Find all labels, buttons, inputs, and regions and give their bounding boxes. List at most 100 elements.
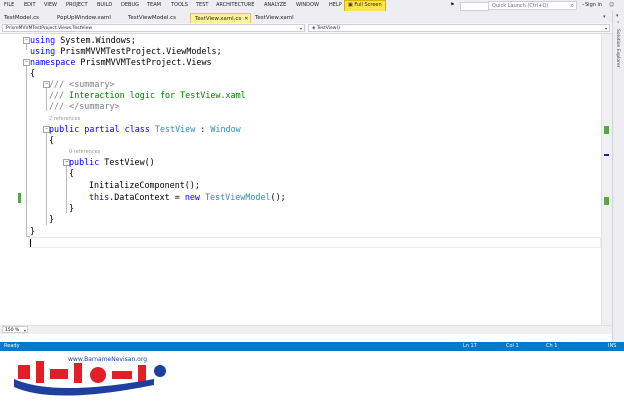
tab-label: TestModel.cs (4, 15, 39, 21)
tab-overflow-icon[interactable]: ▾ (603, 14, 606, 20)
code-line-1: using System.Windows; (30, 35, 136, 46)
notification-area (460, 2, 489, 11)
change-marker (18, 193, 21, 203)
menu-tools[interactable]: TOOLS (171, 2, 188, 9)
type-name: TestView (149, 124, 196, 134)
code-line-14: } (69, 203, 75, 213)
code-text: TestView() (99, 157, 155, 167)
menu-architecture[interactable]: ARCHITECTURE (216, 2, 254, 9)
chevron-up-icon[interactable]: ⌃ (616, 21, 620, 27)
keyword: using (30, 46, 56, 56)
doc-comment: Interaction logic for TestView.xaml (64, 90, 246, 100)
code-line-3: namespace PrismMVVMTestProject.Views (30, 57, 212, 68)
full-screen-icon: ▣ (348, 2, 353, 8)
code-line-4: { (30, 68, 36, 78)
code-line-2: using PrismMVVMTestProject.ViewModels; (30, 46, 222, 57)
logo-red-strokes (18, 361, 146, 383)
menu-debug[interactable]: DEBUG (121, 2, 139, 9)
menu-view[interactable]: VIEW (44, 2, 57, 9)
full-screen-label: Full Screen (354, 2, 382, 8)
code-text: .DataContext = (109, 192, 185, 202)
quick-launch-box[interactable]: Quick Launch (Ctrl+Q) ⌕ (488, 1, 577, 10)
outline-guide (46, 88, 47, 111)
close-icon[interactable]: ✕ (244, 16, 248, 22)
tab-label: PopUpWindow.xaml (57, 15, 111, 21)
menu-project[interactable]: PROJECT (66, 2, 88, 9)
tab-testmodel[interactable]: TestModel.cs (4, 13, 39, 23)
collapse-namespace-icon[interactable]: − (23, 59, 30, 66)
code-text: PrismMVVMTestProject.ViewModels; (55, 46, 222, 56)
keyword: this (89, 192, 110, 202)
doc-tag: <summary> (64, 79, 115, 89)
feedback-icon[interactable]: ☺ (609, 2, 614, 9)
solution-explorer-strip: ▾ ⌃ Solution Explorer (612, 11, 624, 342)
outline-guide (26, 66, 27, 237)
member-dropdown[interactable]: ◈ TestView() ▾ (308, 24, 610, 32)
keyword: partial (79, 124, 120, 134)
logo-url-text: www.BarnameNevisan.org (68, 356, 147, 363)
doc-slashes: /// (49, 101, 65, 111)
code-line-7: /// </summary> (49, 101, 120, 112)
code-text: PrismMVVMTestProject.Views (75, 57, 212, 67)
code-line-13: this.DataContext = new TestViewModel(); (89, 192, 286, 203)
chevron-down-icon: ▾ (299, 26, 302, 31)
tab-testview-xaml-cs[interactable]: TestView.xaml.cs ✕ (190, 13, 251, 23)
codelens-references-ctor[interactable]: 0 references (69, 149, 100, 156)
scroll-caret-mark (604, 154, 609, 156)
doc-slashes: /// (49, 90, 65, 100)
menu-analyze[interactable]: ANALYZE (264, 2, 286, 9)
status-column: Col 1 (506, 343, 519, 349)
tab-popupwindow[interactable]: PopUpWindow.xaml (57, 13, 111, 23)
keyword: namespace (30, 57, 76, 67)
watermark-area: www.BarnameNevisan.org (0, 351, 624, 401)
solution-explorer-tab[interactable]: Solution Explorer (615, 29, 620, 68)
menu-team[interactable]: TEAM (147, 2, 161, 9)
status-bar: Ready Ln 17 Col 1 Ch 1 INS (0, 342, 624, 351)
tab-label: TestViewModel.cs (128, 15, 177, 21)
current-line-highlight (28, 237, 601, 248)
outline-guide (46, 133, 47, 225)
status-text: Ready (4, 343, 20, 349)
tab-label: TestView.xaml.cs (195, 16, 242, 22)
menu-file[interactable]: FILE (4, 2, 14, 9)
keyword: using (30, 35, 56, 45)
code-line-16: } (30, 226, 36, 236)
code-line-8: public partial class TestView : Window (49, 124, 241, 135)
chevron-down-icon: ▾ (23, 328, 26, 333)
type-dropdown[interactable]: PrismMVVMTestProject.Views.TestView ▾ (2, 24, 305, 32)
collapse-using-icon[interactable]: − (23, 37, 30, 44)
codelens-references-class[interactable]: 2 references (49, 116, 80, 123)
keyword: public (69, 157, 100, 167)
tab-testviewmodel[interactable]: TestViewModel.cs (128, 13, 176, 23)
notification-flag-icon[interactable]: ⚑ (450, 2, 454, 9)
keyword: new (184, 192, 200, 202)
code-line-6: /// Interaction logic for TestView.xaml (49, 90, 246, 101)
keyword: public (49, 124, 80, 134)
zoom-level: 150 % (5, 328, 20, 333)
editor-gutter (0, 34, 22, 325)
horizontal-scrollbar[interactable] (0, 325, 612, 334)
code-line-5: /// <summary> (49, 79, 115, 90)
menu-edit[interactable]: EDIT (24, 2, 36, 9)
search-icon: ⌕ (570, 2, 574, 9)
menu-window[interactable]: WINDOW (296, 2, 319, 9)
menu-test[interactable]: TEST (196, 2, 208, 9)
code-line-10: public TestView() (69, 157, 155, 168)
status-insert-mode: INS (608, 343, 617, 349)
code-text: (); (270, 192, 286, 202)
menu-help[interactable]: HELP (329, 2, 342, 9)
barnamenevisan-logo: www.BarnameNevisan.org (14, 356, 166, 396)
keyword: class (119, 124, 150, 134)
pin-icon[interactable]: ▾ (616, 13, 619, 19)
quick-launch-input[interactable]: Quick Launch (Ctrl+Q) (492, 3, 548, 10)
type-dropdown-value: PrismMVVMTestProject.Views.TestView (6, 26, 93, 31)
menu-build[interactable]: BUILD (97, 2, 112, 9)
sign-in-link[interactable]: Sign in (585, 2, 602, 9)
code-text: System.Windows; (55, 35, 136, 45)
code-line-9: { (49, 135, 55, 145)
vertical-scrollbar[interactable] (601, 34, 612, 325)
method-icon: ◈ (312, 26, 316, 31)
code-line-15: } (49, 214, 55, 224)
tab-testview-xaml[interactable]: TestView.xaml (255, 13, 294, 23)
zoom-dropdown[interactable]: 150 % ▾ (2, 326, 28, 333)
